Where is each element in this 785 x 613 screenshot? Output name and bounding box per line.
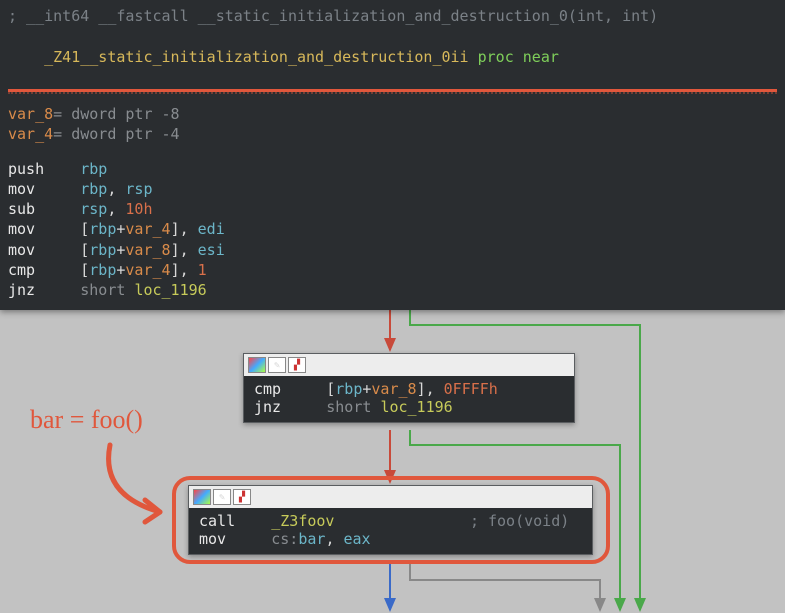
proc-keyword: proc — [478, 48, 514, 66]
instruction-row: mov [rbp+var_4], edi — [8, 219, 777, 239]
handwritten-annotation: bar = foo() — [30, 405, 143, 435]
function-label-row: _Z41__static_initialization_and_destruct… — [8, 26, 777, 87]
edit-icon[interactable]: ✎ — [213, 489, 231, 505]
var-def-row: var_4= dword ptr -4 — [8, 124, 777, 144]
block-titlebar: ✎ ▞ — [189, 486, 592, 508]
local-vars-area: var_8= dword ptr -8var_4= dword ptr -4 — [8, 104, 777, 145]
block-titlebar: ✎ ▞ — [244, 354, 574, 376]
main-disassembly-block: ; __int64 __fastcall __static_initializa… — [0, 0, 785, 310]
instruction-row: call _Z3foov ; foo(void) — [199, 512, 582, 530]
instruction-row: jnz short loc_1196 — [8, 280, 777, 300]
color-picker-icon[interactable] — [248, 357, 266, 373]
basic-block-3[interactable]: ✎ ▞ call _Z3foov ; foo(void)mov cs:bar, … — [188, 485, 593, 555]
var-def-row: var_8= dword ptr -8 — [8, 104, 777, 124]
label-underline — [8, 89, 777, 92]
near-keyword: near — [523, 48, 559, 66]
instruction-row: cmp [rbp+var_8], 0FFFFh — [254, 380, 564, 398]
function-signature-comment: ; __int64 __fastcall __static_initializa… — [8, 6, 777, 26]
instruction-row: cmp [rbp+var_4], 1 — [8, 260, 777, 280]
instruction-row: mov cs:bar, eax — [199, 530, 582, 548]
color-picker-icon[interactable] — [193, 489, 211, 505]
main-instructions: push rbpmov rbp, rspsub rsp, 10hmov [rbp… — [8, 159, 777, 301]
block3-instructions: call _Z3foov ; foo(void)mov cs:bar, eax — [189, 508, 592, 554]
annotation-arrow — [95, 440, 185, 530]
chart-icon[interactable]: ▞ — [288, 357, 306, 373]
instruction-row: push rbp — [8, 159, 777, 179]
instruction-row: mov [rbp+var_8], esi — [8, 240, 777, 260]
chart-icon[interactable]: ▞ — [233, 489, 251, 505]
edit-icon[interactable]: ✎ — [268, 357, 286, 373]
block2-instructions: cmp [rbp+var_8], 0FFFFhjnz short loc_119… — [244, 376, 574, 422]
instruction-row: jnz short loc_1196 — [254, 398, 564, 416]
function-label: _Z41__static_initialization_and_destruct… — [44, 48, 468, 66]
instruction-row: mov rbp, rsp — [8, 179, 777, 199]
basic-block-2[interactable]: ✎ ▞ cmp [rbp+var_8], 0FFFFhjnz short loc… — [243, 353, 575, 423]
instruction-row: sub rsp, 10h — [8, 199, 777, 219]
